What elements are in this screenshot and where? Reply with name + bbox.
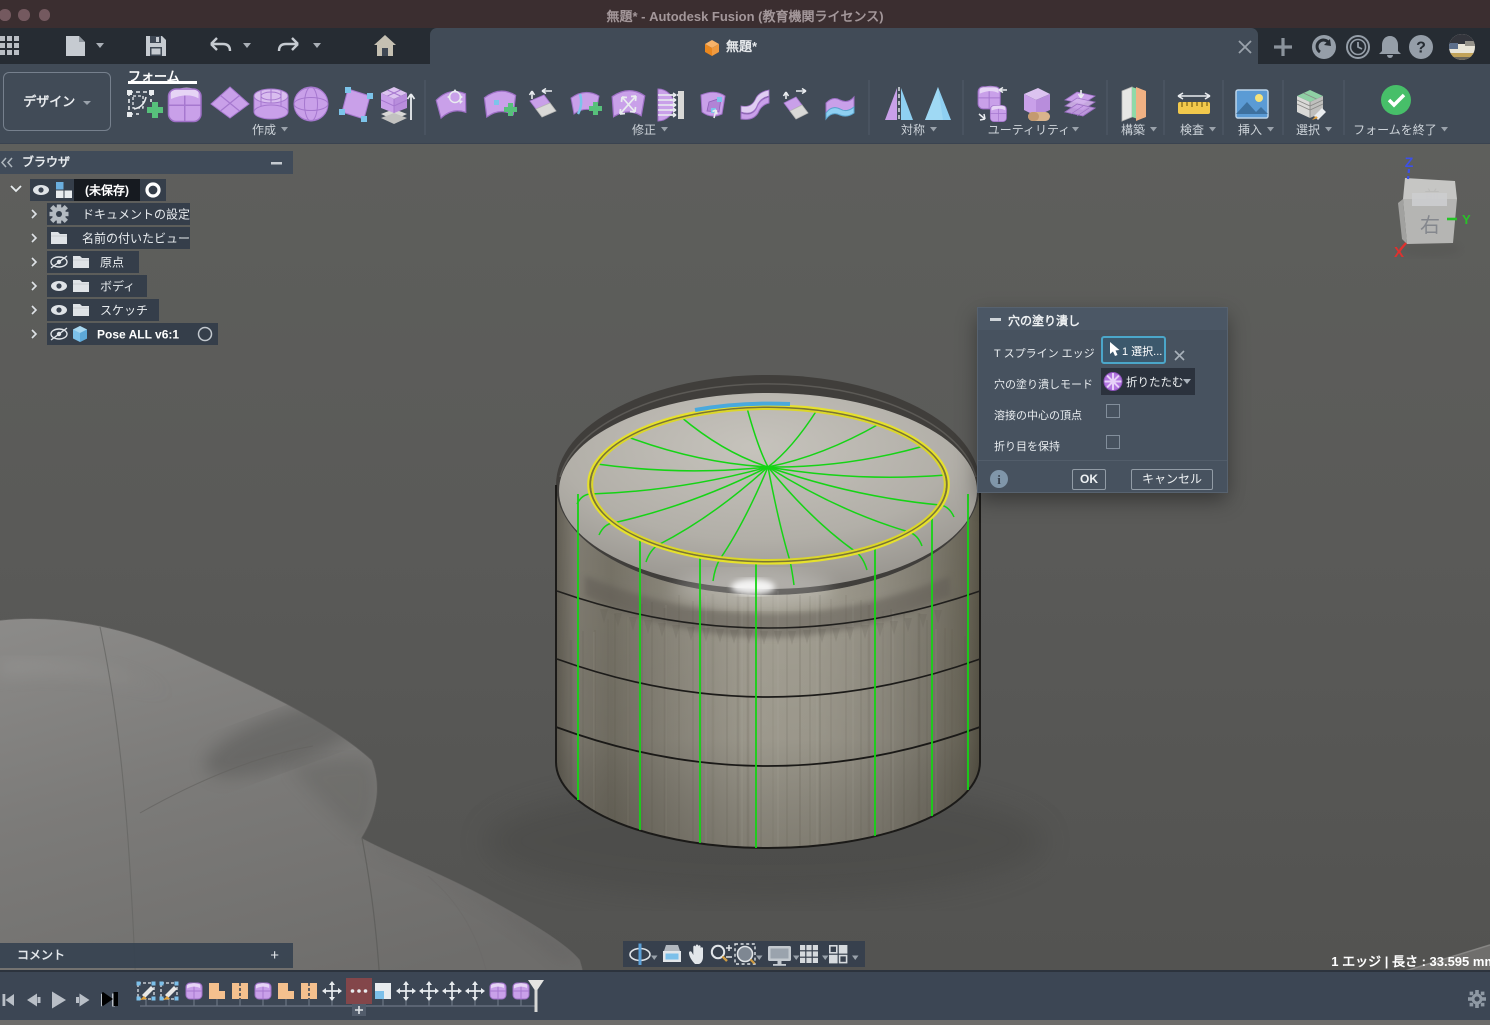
svg-text:フォームを終了: フォームを終了 xyxy=(1353,122,1437,137)
svg-text:(未保存): (未保存) xyxy=(85,183,129,198)
svg-text:名前の付いたビュー: 名前の付いたビュー xyxy=(82,231,190,246)
svg-text:原点: 原点 xyxy=(100,256,124,270)
svg-text:挿入: 挿入 xyxy=(1238,123,1262,137)
svg-text:検査: 検査 xyxy=(1180,123,1204,137)
svg-text:Y: Y xyxy=(1462,212,1471,227)
svg-text:スケッチ: スケッチ xyxy=(100,304,148,318)
svg-text:ボディ: ボディ xyxy=(100,279,135,294)
svg-text:右: 右 xyxy=(1420,214,1440,237)
svg-text:作成: 作成 xyxy=(252,123,276,137)
svg-text:選択: 選択 xyxy=(1296,123,1320,137)
svg-text:ドキュメントの設定: ドキュメントの設定 xyxy=(82,207,190,222)
svg-text:Pose ALL v6:1: Pose ALL v6:1 xyxy=(97,328,179,342)
svg-text:?: ? xyxy=(1416,40,1426,57)
svg-text:i: i xyxy=(997,472,1001,487)
svg-text:対称: 対称 xyxy=(901,123,925,137)
svg-text:Z: Z xyxy=(1405,154,1414,170)
svg-text:無題*: 無題* xyxy=(726,39,758,54)
svg-text:ユーティリティ: ユーティリティ xyxy=(988,123,1071,137)
svg-text:修正: 修正 xyxy=(632,122,656,137)
svg-text:構築: 構築 xyxy=(1121,122,1145,137)
